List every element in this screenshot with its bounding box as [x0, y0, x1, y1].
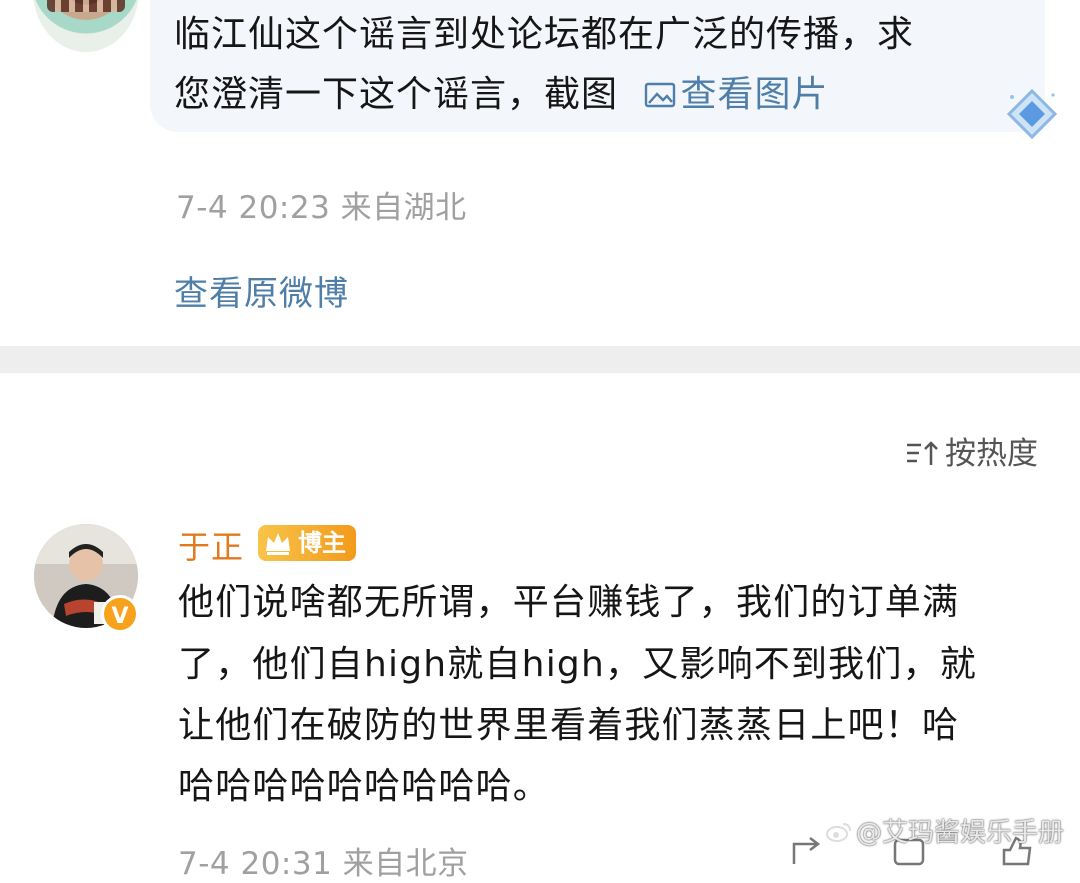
- comment-meta: 7-4 20:31 来自北京: [178, 846, 469, 882]
- crown-icon: [266, 533, 290, 555]
- weibo-logo-icon: [826, 823, 851, 842]
- post-meta: 7-4 20:23 来自湖北: [176, 190, 467, 226]
- commenter-name[interactable]: 于正: [178, 522, 244, 568]
- comment-line-3: 让他们在破防的世界里看着我们蒸蒸日上吧！哈: [178, 705, 960, 746]
- post-text-line-2-prefix: 您澄清一下这个谣言，截图: [174, 74, 619, 115]
- view-image-link[interactable]: 查看图片: [644, 74, 828, 115]
- sort-icon: [907, 441, 938, 465]
- sort-label: 按热度: [945, 436, 1038, 472]
- image-icon: [645, 82, 676, 108]
- sort-by-heat-button[interactable]: 按热度: [905, 428, 1038, 473]
- comment-line-4: 哈哈哈哈哈哈哈哈哈。: [178, 766, 551, 807]
- blogger-badge-label: 博主: [298, 529, 346, 557]
- comment-line-1: 他们说啥都无所谓，平台赚钱了，我们的订单满: [178, 582, 960, 623]
- blogger-badge: 博主: [258, 525, 356, 561]
- watermark-text: @艾玛酱娱乐手册: [856, 818, 1065, 848]
- avatar[interactable]: [33, 0, 139, 52]
- post-text-line-2: 您澄清一下这个谣言，截图 查看图片: [174, 74, 828, 116]
- view-image-label: 查看图片: [680, 74, 829, 115]
- watermark: @艾玛酱娱乐手册: [826, 812, 1064, 849]
- comment-line-2: 了，他们自high就自high，又影响不到我们，就: [178, 644, 977, 685]
- section-divider: [0, 346, 1080, 373]
- view-original-link[interactable]: 查看原微博: [174, 266, 349, 315]
- verified-badge: V: [101, 595, 139, 633]
- post-text-line-1: 临江仙这个谣言到处论坛都在广泛的传播，求: [174, 14, 915, 55]
- diamond-icon: [1006, 88, 1058, 140]
- share-icon[interactable]: [790, 836, 824, 866]
